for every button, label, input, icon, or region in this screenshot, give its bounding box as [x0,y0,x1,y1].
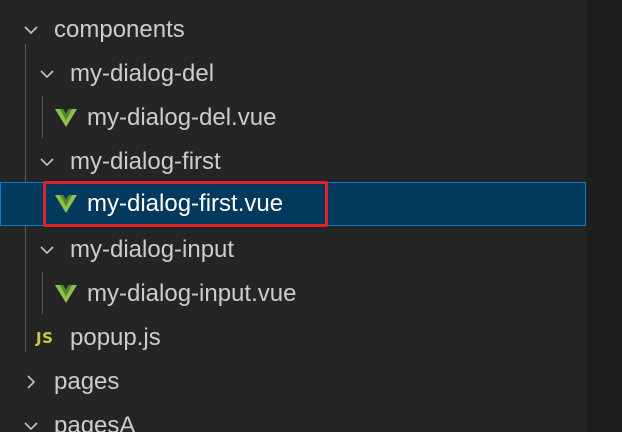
vue-file-icon [55,284,77,304]
vue-file-icon [55,108,77,128]
tree-item-label: my-dialog-first.vue [87,190,284,217]
tree-item-label: pagesA [54,412,136,432]
tree-item-label: my-dialog-input [70,236,235,263]
editor-edge [586,0,622,432]
tree-item-my-dialog-del[interactable]: my-dialog-del [0,52,586,96]
tree-item-my-dialog-first-vue[interactable]: my-dialog-first.vue [0,182,586,226]
chevron-down-icon[interactable] [24,23,38,37]
chevron-down-icon[interactable] [24,419,38,432]
tree-item-label: pages [54,368,120,395]
vue-file-icon [55,194,77,214]
chevron-right-icon[interactable] [24,375,38,389]
chevron-down-icon[interactable] [40,67,54,81]
tree-item-my-dialog-first[interactable]: my-dialog-first [0,140,586,184]
tree-item-label: my-dialog-first [70,148,221,175]
tree-item-label: my-dialog-del.vue [87,104,277,131]
tree-item-popup-js[interactable]: JS popup.js [0,316,586,360]
tree-item-label: my-dialog-del [70,60,215,87]
tree-item-pages[interactable]: pages [0,360,586,404]
tree-item-pagesA[interactable]: pagesA [0,404,586,432]
tree-item-my-dialog-del-vue[interactable]: my-dialog-del.vue [0,96,586,140]
tree-item-label: my-dialog-input.vue [87,280,297,307]
tree-item-components[interactable]: components [0,8,586,52]
file-explorer: components my-dialog-del my-dialog-del.v… [0,0,586,432]
tree-item-my-dialog-input-vue[interactable]: my-dialog-input.vue [0,272,586,316]
tree-item-label: components [54,16,185,43]
tree-item-my-dialog-input[interactable]: my-dialog-input [0,228,586,272]
tree-item-label: popup.js [70,324,161,351]
js-file-icon: JS [36,329,54,347]
chevron-down-icon[interactable] [40,155,54,169]
chevron-down-icon[interactable] [40,243,54,257]
